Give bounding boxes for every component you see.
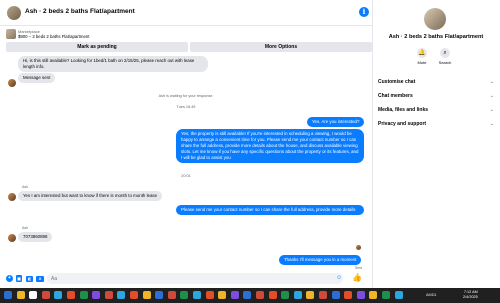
taskbar-app-icon[interactable] <box>67 291 75 299</box>
taskbar-app-icon[interactable] <box>79 291 88 299</box>
taskbar-app-icon[interactable] <box>104 291 113 299</box>
sender-avatar <box>8 193 16 201</box>
taskbar-app-icon[interactable] <box>344 291 353 299</box>
outgoing-message: Please send me your contact number so I … <box>176 205 364 215</box>
listing-avatar <box>424 8 446 30</box>
system-notice: Ash is waiting for your response. <box>158 94 214 98</box>
incoming-message: Yes I am interested but want to know if … <box>18 191 163 201</box>
chevron-down-icon: ⌄ <box>489 79 494 85</box>
taskbar-app-icon[interactable] <box>130 291 138 299</box>
taskbar-app-icon[interactable] <box>331 291 340 299</box>
image-icon[interactable]: ▣ <box>16 275 22 282</box>
timestamp: Tues 16:49 <box>176 105 196 109</box>
chevron-down-icon: ⌄ <box>489 93 494 99</box>
taskbar-app-icon[interactable] <box>41 291 50 299</box>
emoji-icon[interactable]: ☺ <box>336 275 342 281</box>
bell-icon: 🔔 <box>417 48 427 58</box>
taskbar-app-icon[interactable] <box>306 291 315 299</box>
taskbar-app-icon[interactable] <box>243 291 252 299</box>
gif-icon[interactable]: G <box>36 276 44 282</box>
search-icon: ⌕ <box>440 48 450 58</box>
listing-thumbnail[interactable] <box>6 29 16 39</box>
incoming-message: Hi, is this still available? Looking for… <box>18 56 208 72</box>
mark-as-pending-button[interactable]: Mark as pending <box>6 42 188 52</box>
mute-button[interactable]: 🔔 Mute <box>411 48 433 65</box>
taskbar-app-icon[interactable] <box>218 291 227 299</box>
taskbar-app-icon[interactable] <box>16 291 25 299</box>
contact-avatar[interactable] <box>7 6 21 20</box>
row-label: Media, files and links <box>378 107 429 113</box>
sender-name: Ash <box>22 185 29 189</box>
taskbar-app-icon[interactable] <box>167 291 176 299</box>
mute-label: Mute <box>417 60 427 65</box>
taskbar-app-icon[interactable] <box>319 291 327 299</box>
taskbar-app-icon[interactable] <box>155 291 164 299</box>
taskbar-app-icon[interactable] <box>394 291 403 299</box>
seen-avatar <box>356 245 361 250</box>
chat-info-panel <box>372 0 500 288</box>
taskbar-app-icon[interactable] <box>369 291 378 299</box>
row-label: Privacy and support <box>378 121 427 127</box>
panel-title: Ash · 2 beds 2 baths Flat/apartment <box>388 34 484 40</box>
row-label: Chat members <box>378 93 413 99</box>
taskbar-app-icon[interactable] <box>193 291 201 299</box>
listing-title[interactable]: $900 – 2 beds 2 baths Flat/apartment <box>18 34 89 39</box>
sent-status: Sent <box>355 266 362 270</box>
outgoing-message: Yes, the property is still available! If… <box>176 129 364 163</box>
taskbar-app-icon[interactable] <box>142 291 151 299</box>
chevron-down-icon[interactable]: ⌄ <box>114 8 119 15</box>
row-label: Customise chat <box>378 79 416 85</box>
chat-header: Ash · 2 beds 2 baths Flat/apartment ⌄ i <box>0 0 372 26</box>
taskbar-app-icon[interactable] <box>230 291 239 299</box>
taskbar-app-icon[interactable] <box>180 291 189 299</box>
customise-chat-row[interactable]: Customise chat ⌄ <box>378 79 494 87</box>
media-files-links-row[interactable]: Media, files and links ⌄ <box>378 107 494 115</box>
taskbar-app-icon[interactable] <box>117 291 126 299</box>
chevron-down-icon: ⌄ <box>489 121 494 127</box>
thumbs-up-icon[interactable]: 👍 <box>352 273 362 282</box>
more-options-button[interactable]: More Options <box>190 42 372 52</box>
search-button[interactable]: ⌕ Search <box>434 48 456 65</box>
search-label: Search <box>438 60 452 65</box>
taskbar-app-icon[interactable] <box>281 291 290 299</box>
outgoing-message: Yes. Are you interested? <box>307 117 365 127</box>
plus-icon[interactable]: + <box>6 275 13 282</box>
message-input[interactable] <box>47 273 343 284</box>
start-icon[interactable] <box>4 291 12 299</box>
taskbar-app-icon[interactable] <box>92 291 101 299</box>
chevron-down-icon: ⌄ <box>489 107 494 113</box>
taskbar-app-icon[interactable] <box>205 291 214 299</box>
taskbar-app-icon[interactable] <box>29 291 38 299</box>
taskbar-app-icon[interactable] <box>293 291 302 299</box>
privacy-support-row[interactable]: Privacy and support ⌄ <box>378 121 494 129</box>
taskbar-app-icon[interactable] <box>268 291 277 299</box>
sender-avatar <box>8 79 16 87</box>
taskbar-app-icon[interactable] <box>54 291 63 299</box>
incoming-message: Message sent <box>18 73 56 83</box>
taskbar-app-icon[interactable] <box>382 291 390 299</box>
taskbar-app-icon[interactable] <box>356 291 365 299</box>
info-icon[interactable]: i <box>359 7 369 17</box>
incoming-message: 7073860898 <box>18 232 53 242</box>
clock-date: 2/4/2025 <box>463 295 478 299</box>
sender-avatar <box>8 234 16 242</box>
sticker-icon[interactable]: ◧ <box>26 276 33 282</box>
chat-members-row[interactable]: Chat members ⌄ <box>378 93 494 101</box>
timestamp: 20:01 <box>181 174 191 178</box>
clock[interactable]: 7:12 AM 2/4/2025 <box>463 290 478 300</box>
outgoing-message: Thanks I'll message you in a moment <box>279 255 362 265</box>
ticker-label[interactable]: AMD1 <box>426 293 437 297</box>
taskbar-app-icon[interactable] <box>256 291 264 299</box>
sender-name: Ash <box>22 226 29 230</box>
